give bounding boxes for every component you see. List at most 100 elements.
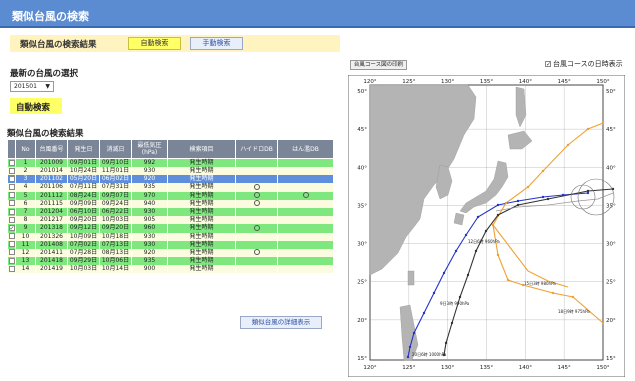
checkbox-icon[interactable] [8, 265, 15, 272]
latitude-tick-label: 45° [357, 127, 367, 133]
table-row[interactable]: 13 201418 09月29日 10月06日 935 発生時期 [7, 257, 334, 266]
row-no: 2 [15, 167, 36, 176]
latitude-tick-label: 35° [357, 203, 367, 209]
row-min-pressure: 920 [131, 175, 168, 184]
row-checkbox[interactable] [7, 158, 16, 167]
row-checkbox[interactable] [7, 257, 16, 266]
row-hydro-db [235, 248, 278, 258]
longitude-tick-label: 125° [402, 365, 415, 371]
typhoon-track-map[interactable]: 120° 125° 130° 135° 140° 145° 150° 120° 125° 130… [348, 75, 625, 377]
checkbox-icon[interactable] [8, 257, 15, 264]
table-row[interactable]: 14 201419 10月03日 10月14日 900 発生時期 [7, 265, 334, 274]
row-checkbox[interactable] [7, 216, 16, 225]
track-label: 18日9時 975hPa [558, 308, 590, 314]
table-row[interactable]: 3 201102 05月20日 06月02日 920 発生時期 [7, 175, 334, 184]
row-typhoon-id: 201408 [35, 240, 68, 249]
track-point [611, 187, 615, 191]
row-hydro-db [235, 257, 278, 266]
table-row[interactable]: 2 201014 10月24日 11月01日 930 発生時期 [7, 167, 334, 176]
checkbox-icon[interactable] [8, 175, 15, 182]
page-title: 類似台風の検索 [12, 10, 89, 23]
table-row[interactable]: 4 201106 07月11日 07月31日 935 発生時期 [7, 183, 334, 192]
latitude-tick-label: 40° [357, 165, 367, 171]
row-checkbox[interactable] [7, 199, 16, 208]
checkbox-icon[interactable] [8, 208, 15, 215]
track-point [412, 331, 416, 335]
checkbox-icon[interactable] [8, 167, 15, 174]
row-checkbox[interactable]: ✓ [7, 224, 16, 233]
track-point [561, 193, 565, 197]
row-checkbox[interactable] [7, 167, 16, 176]
row-typhoon-id: 201102 [35, 175, 68, 184]
track-point [444, 341, 448, 345]
table-header-row: No 台風番号 発生日 消滅日 最低気圧(hPa) 検索項目 ハイドロDB はん… [7, 139, 334, 159]
latitude-tick-label: 25° [606, 280, 616, 286]
table-row[interactable]: 1 201009 09月01日 09月10日 992 発生時期 [7, 158, 334, 167]
row-end-date: 09月07日 [99, 191, 132, 200]
checkbox-icon[interactable] [8, 183, 15, 190]
track-point [516, 203, 520, 207]
checkbox-icon[interactable] [8, 200, 15, 207]
row-search-item: 発生時期 [167, 224, 236, 233]
results-heading: 類似台風の検索結果 [7, 129, 84, 139]
row-no: 6 [15, 199, 36, 208]
table-row[interactable]: 6 201115 09月09日 09月24日 940 発生時期 [7, 199, 334, 208]
track-point [491, 223, 495, 227]
row-end-date: 07月13日 [99, 240, 132, 249]
available-circle-icon [302, 192, 309, 199]
checkbox-icon[interactable] [8, 249, 15, 256]
row-flood-db [277, 257, 334, 266]
table-row[interactable]: ✓ 9 201318 09月12日 09月20日 960 発生時期 [7, 224, 334, 233]
table-row[interactable]: 11 201408 07月02日 07月13日 930 発生時期 [7, 240, 334, 249]
show-details-button[interactable]: 類似台風の詳細表示 [240, 316, 322, 329]
row-min-pressure: 900 [131, 265, 168, 274]
checkbox-icon[interactable] [8, 216, 15, 223]
table-row[interactable]: 12 201411 07月28日 08月13日 920 発生時期 [7, 248, 334, 258]
auto-search-tab[interactable]: 自動検索 [128, 37, 181, 50]
show-dates-checkbox[interactable]: ✓ 台風コースの日時表示 [545, 59, 623, 69]
available-circle-icon [253, 224, 260, 231]
track-point [504, 201, 508, 205]
table-row[interactable]: 10 201326 10月09日 10月18日 930 発生時期 [7, 232, 334, 241]
manual-search-tab[interactable]: 手動検索 [190, 37, 243, 50]
row-flood-db [277, 183, 334, 192]
row-typhoon-id: 201014 [35, 167, 68, 176]
row-typhoon-id: 201217 [35, 216, 68, 225]
row-checkbox[interactable] [7, 248, 16, 258]
row-checkbox[interactable] [7, 207, 16, 217]
track-point [516, 199, 520, 203]
table-row[interactable]: 5 201112 08月24日 09月07日 970 発生時期 [7, 191, 334, 200]
row-checkbox[interactable] [7, 232, 16, 241]
checkbox-icon[interactable] [8, 192, 15, 199]
table-row[interactable]: 7 201204 06月10日 06月22日 930 発生時期 [7, 207, 334, 217]
row-no: 9 [15, 224, 36, 233]
row-typhoon-id: 201009 [35, 158, 68, 167]
row-end-date: 10月14日 [99, 265, 132, 274]
row-checkbox[interactable] [7, 175, 16, 184]
row-end-date: 09月24日 [99, 199, 132, 208]
checkbox-icon[interactable] [8, 233, 15, 240]
checkbox-icon[interactable] [8, 241, 15, 248]
header-check [7, 139, 16, 159]
row-end-date: 07月31日 [99, 183, 132, 192]
row-start-date: 08月24日 [67, 191, 100, 200]
track-label: 9日3時 990hPa [440, 300, 470, 306]
row-start-date: 09月09日 [67, 199, 100, 208]
typhoon-select[interactable]: 201501 ▼ [10, 81, 54, 92]
track-point [541, 195, 545, 199]
results-table: No 台風番号 発生日 消滅日 最低気圧(hPa) 検索項目 ハイドロDB はん… [7, 139, 334, 274]
row-checkbox[interactable] [7, 265, 16, 274]
available-circle-icon [253, 183, 260, 190]
table-row[interactable]: 8 201217 09月20日 10月03日 905 発生時期 [7, 216, 334, 225]
row-checkbox[interactable] [7, 183, 16, 192]
checkbox-icon[interactable] [8, 159, 15, 166]
checkbox-icon[interactable]: ✓ [8, 224, 15, 231]
row-hydro-db [235, 240, 278, 249]
latitude-tick-label: 15° [606, 356, 616, 362]
print-course-button[interactable]: 台風コース図の印刷 [350, 60, 407, 70]
row-search-item: 発生時期 [167, 232, 236, 241]
row-end-date: 08月13日 [99, 248, 132, 258]
row-checkbox[interactable] [7, 191, 16, 200]
row-start-date: 07月02日 [67, 240, 100, 249]
row-checkbox[interactable] [7, 240, 16, 249]
